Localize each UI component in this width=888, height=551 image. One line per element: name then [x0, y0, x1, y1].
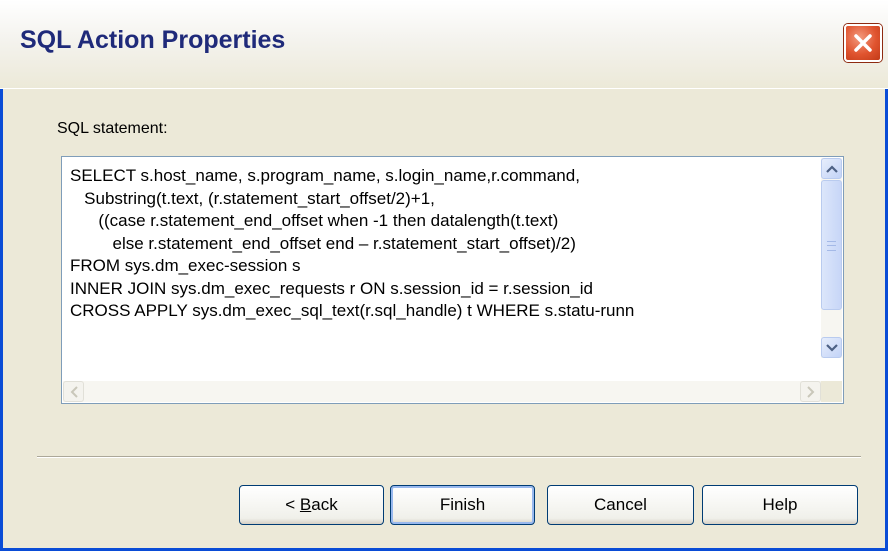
scroll-down-button[interactable] [821, 337, 842, 358]
close-button[interactable] [844, 24, 882, 62]
back-button-prefix: < [285, 495, 300, 514]
window-title: SQL Action Properties [20, 26, 286, 54]
arrow-up-icon [826, 165, 838, 173]
code-line: INNER JOIN sys.dm_exec_requests r ON s.s… [70, 278, 593, 298]
scroll-left-button[interactable] [63, 381, 84, 402]
scroll-up-button[interactable] [821, 158, 842, 179]
vertical-scroll-thumb[interactable] [821, 180, 842, 310]
vertical-scrollbar[interactable] [821, 158, 842, 358]
dialog-window: SQL Action Properties SQL statement: SEL… [0, 0, 888, 551]
back-button[interactable]: < Back [239, 485, 384, 525]
code-line: FROM sys.dm_exec-session s [70, 256, 301, 275]
back-button-label: ack [311, 495, 338, 514]
finish-button[interactable]: Finish [390, 485, 535, 525]
grip-icon [827, 241, 836, 251]
code-line: Substring(t.text, (r.statement_start_off… [70, 188, 435, 208]
title-bar[interactable]: SQL Action Properties [0, 0, 888, 89]
arrow-left-icon [70, 386, 78, 398]
horizontal-scrollbar[interactable] [63, 381, 821, 402]
code-line: CROSS APPLY sys.dm_exec_sql_text(r.sql_h… [70, 301, 635, 320]
arrow-right-icon [807, 386, 815, 398]
sql-statement-label: SQL statement: [57, 120, 168, 137]
scrollbar-corner [821, 381, 842, 402]
help-button[interactable]: Help [702, 485, 858, 525]
code-line: SELECT s.host_name, s.program_name, s.lo… [70, 166, 580, 185]
sql-code-text[interactable]: SELECT s.host_name, s.program_name, s.lo… [70, 165, 822, 375]
footer-separator [37, 456, 861, 458]
close-icon [854, 34, 872, 52]
code-line: else r.statement_end_offset end – r.stat… [70, 233, 576, 253]
back-button-mnemonic: B [299, 495, 312, 514]
scroll-right-button[interactable] [800, 381, 821, 402]
arrow-down-icon [826, 344, 838, 352]
code-line: ((case r.statement_end_offset when -1 th… [70, 211, 559, 230]
cancel-button[interactable]: Cancel [547, 485, 694, 525]
sql-statement-textarea[interactable]: SELECT s.host_name, s.program_name, s.lo… [61, 156, 844, 404]
